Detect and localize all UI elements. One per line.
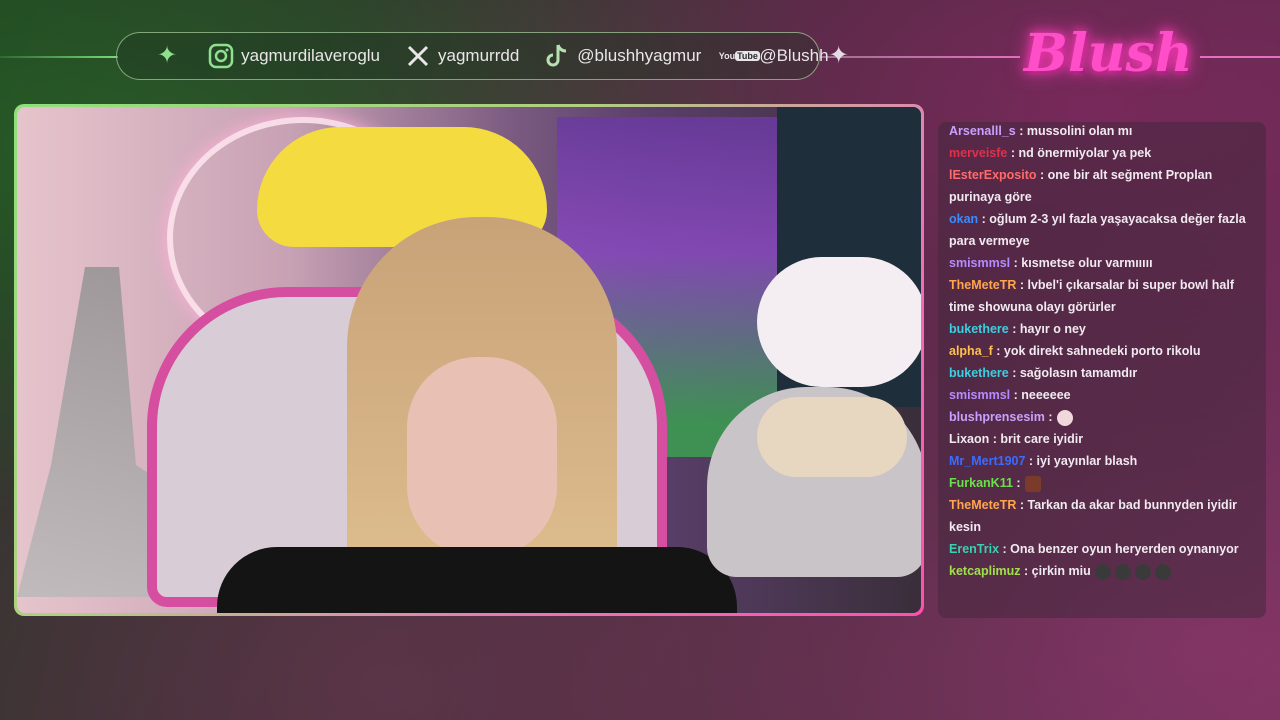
chat-text: : brit care iyidir bbox=[989, 432, 1084, 446]
chat-username[interactable]: TheMeteTR bbox=[949, 278, 1016, 292]
cat-emote-icon bbox=[1094, 563, 1111, 580]
chat-message: okan : oğlum 2-3 yıl fazla yaşayacaksa d… bbox=[949, 208, 1256, 252]
chat-text: : sağolasın tamamdır bbox=[1008, 366, 1138, 380]
cat-emote-icon bbox=[1134, 563, 1151, 580]
chat-message: ketcaplimuz : çirkin miu bbox=[949, 560, 1256, 582]
chat-username[interactable]: blushprensesim bbox=[949, 410, 1045, 424]
decor-line-right-2 bbox=[1200, 56, 1280, 58]
x-handle: yagmurrdd bbox=[438, 46, 520, 65]
webcam-video bbox=[17, 107, 921, 613]
tiktok-handle: @blushhyagmur bbox=[577, 46, 702, 65]
instagram-handle: yagmurdilaveroglu bbox=[241, 46, 381, 65]
chat-text: : mussolini olan mı bbox=[1015, 124, 1133, 138]
chat-username[interactable]: smismmsl bbox=[949, 388, 1010, 402]
chat-message: merveisfe : nd önermiyolar ya pek bbox=[949, 142, 1256, 164]
chat-username[interactable]: Lixaon bbox=[949, 432, 989, 446]
baby-emote-icon bbox=[1056, 409, 1073, 426]
chat-message: lEsterExposito : one bir alt seğment Pro… bbox=[949, 164, 1256, 208]
youtube-icon: You Tube bbox=[718, 51, 760, 61]
chat-text: : oğlum 2-3 yıl fazla yaşayacaksa değer … bbox=[949, 212, 1246, 248]
chat-username[interactable]: TheMeteTR bbox=[949, 498, 1016, 512]
chat-text: : bbox=[1012, 476, 1021, 490]
chat-message: Lixaon : brit care iyidir bbox=[949, 428, 1256, 450]
chat-message: TheMeteTR : Tarkan da akar bad bunnyden … bbox=[949, 494, 1256, 538]
chat-text: : iyi yayınlar blash bbox=[1025, 454, 1138, 468]
chat-text: : bbox=[1044, 410, 1053, 424]
tiktok-link[interactable]: @blushhyagmur bbox=[543, 42, 701, 70]
chat-username[interactable]: bukethere bbox=[949, 322, 1009, 336]
cat-emote-icon bbox=[1154, 563, 1171, 580]
x-icon bbox=[404, 42, 432, 70]
chat-message: Mr_Mert1907 : iyi yayınlar blash bbox=[949, 450, 1256, 472]
chat-username[interactable]: merveisfe bbox=[949, 146, 1007, 160]
chat-username[interactable]: bukethere bbox=[949, 366, 1009, 380]
brown-emote-icon bbox=[1024, 475, 1041, 492]
tiktok-icon bbox=[543, 42, 571, 70]
chat-username[interactable]: ketcaplimuz bbox=[949, 564, 1021, 578]
chat-message: blushprensesim : bbox=[949, 406, 1256, 428]
chat-panel: Arsenalll_s : mussolini olan mı merveisfe… bbox=[938, 122, 1266, 618]
chat-text: : neeeeee bbox=[1010, 388, 1071, 402]
chat-message: ErenTrix : Ona benzer oyun heryerden oyn… bbox=[949, 538, 1256, 560]
chat-message: bukethere : sağolasın tamamdır bbox=[949, 362, 1256, 384]
decor-line-right bbox=[820, 56, 1020, 58]
chat-message: smismmsl : kısmetse olur varmııııı bbox=[949, 252, 1256, 274]
chat-message: alpha_f : yok direkt sahnedeki porto rik… bbox=[949, 340, 1256, 362]
unicorn-plush bbox=[757, 257, 921, 387]
social-bar: ✦ yagmurdilaveroglu yagmurrdd @blushhyag… bbox=[116, 32, 849, 80]
chat-username[interactable]: ErenTrix bbox=[949, 542, 999, 556]
sparkle-icon: ✦ bbox=[828, 42, 849, 69]
chat-username[interactable]: Mr_Mert1907 bbox=[949, 454, 1025, 468]
chat-text: : çirkin miu bbox=[1020, 564, 1091, 578]
chat-message: Arsenalll_s : mussolini olan mı bbox=[949, 122, 1256, 142]
chat-message: smismmsl : neeeeee bbox=[949, 384, 1256, 406]
chat-text: : nd önermiyolar ya pek bbox=[1007, 146, 1152, 160]
chat-message: TheMeteTR : lvbel'i çıkarsalar bi super … bbox=[949, 274, 1256, 318]
youtube-handle: @Blushh bbox=[759, 46, 829, 65]
chat-username[interactable]: lEsterExposito bbox=[949, 168, 1037, 182]
webcam-frame bbox=[14, 104, 924, 616]
cat bbox=[757, 397, 907, 477]
decor-line-left bbox=[0, 56, 118, 58]
chat-message: bukethere : hayır o ney bbox=[949, 318, 1256, 340]
chat-username[interactable]: okan bbox=[949, 212, 978, 226]
chat-username[interactable]: smismmsl bbox=[949, 256, 1010, 270]
chat-text: : kısmetse olur varmııııı bbox=[1010, 256, 1153, 270]
chat-username[interactable]: Arsenalll_s bbox=[949, 124, 1016, 138]
streamer-shirt bbox=[217, 547, 737, 613]
chat-text: : yok direkt sahnedeki porto rikolu bbox=[992, 344, 1201, 358]
channel-logo: Blush bbox=[1024, 23, 1193, 84]
youtube-link[interactable]: You Tube @Blushh bbox=[718, 42, 829, 70]
instagram-link[interactable]: yagmurdilaveroglu bbox=[207, 42, 380, 70]
x-link[interactable]: yagmurrdd bbox=[404, 42, 519, 70]
chat-message: FurkanK11 : bbox=[949, 472, 1256, 494]
chat-text: : Ona benzer oyun heryerden oynanıyor bbox=[999, 542, 1239, 556]
chat-username[interactable]: FurkanK11 bbox=[949, 476, 1013, 490]
streamer-face bbox=[407, 357, 557, 557]
cat-emote-icon bbox=[1114, 563, 1131, 580]
instagram-icon bbox=[207, 42, 235, 70]
chat-text: : hayır o ney bbox=[1008, 322, 1086, 336]
sparkle-icon: ✦ bbox=[157, 42, 178, 69]
chat-username[interactable]: alpha_f bbox=[949, 344, 993, 358]
